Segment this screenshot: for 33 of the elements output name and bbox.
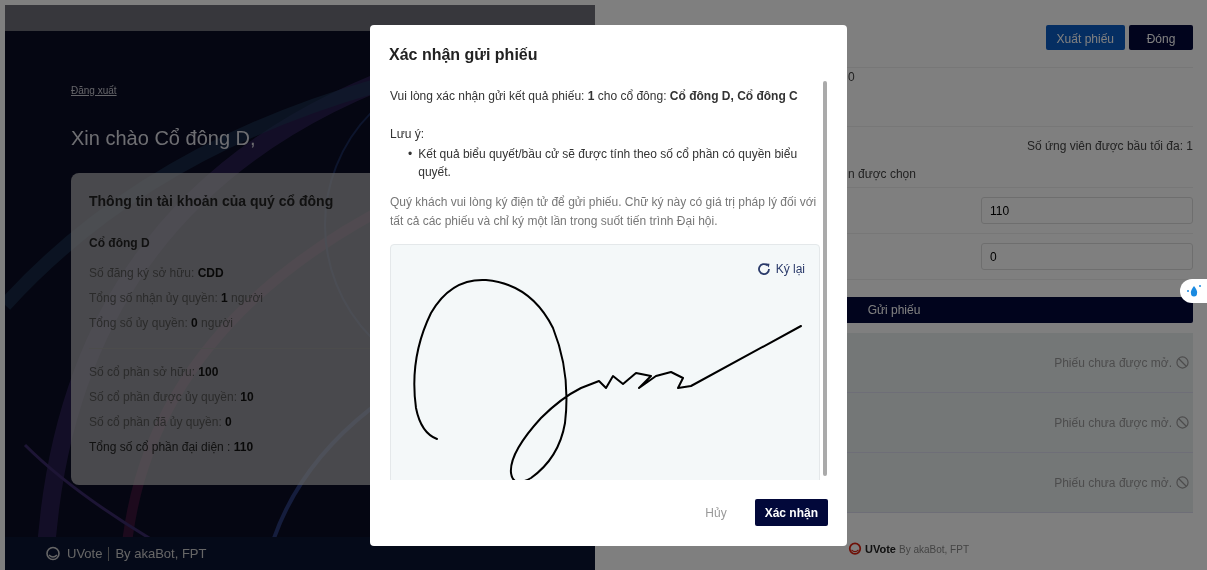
note-label: Lưu ý:: [390, 126, 426, 144]
selection-label: n được chọn: [848, 166, 916, 183]
redo-icon: [755, 260, 772, 277]
close-button[interactable]: Đóng: [1129, 25, 1193, 50]
blocked-icon: [1176, 476, 1189, 489]
number-input[interactable]: 0: [981, 243, 1193, 270]
uvote-logo-icon: [45, 545, 61, 562]
brand-name: UVote: [865, 542, 896, 557]
floating-widget-button[interactable]: [1180, 279, 1207, 303]
blocked-icon: [1176, 416, 1189, 429]
bullet-marker: •: [408, 146, 413, 164]
confirm-message: Vui lòng xác nhận gửi kết quả phiếu: 1 cho cổ đông: Cổ đông D, Cổ đông C: [390, 88, 799, 106]
dialog-title: Xác nhận gửi phiếu: [388, 45, 539, 65]
max-candidates-text: Số ứng viên được bầu tối đa: 1: [1025, 138, 1193, 155]
credit-text: By akaBot, FPT: [898, 542, 969, 557]
value-text: 0: [848, 70, 855, 84]
shareholder-name: Cổ đông D: [89, 234, 151, 252]
brand-name: UVote: [67, 544, 103, 563]
confirm-button[interactable]: Xác nhận: [754, 499, 828, 526]
number-input[interactable]: 110: [981, 197, 1193, 224]
water-drop-icon: [1185, 284, 1202, 298]
uvote-logo-icon: [848, 542, 862, 557]
card-title: Thông tin tài khoản của quý cổ đông: [89, 193, 334, 210]
credit-text: By akaBot, FPT: [115, 544, 207, 563]
note-item: Kết quả biểu quyết/bầu cử sẽ được tính theo số cổ phần có quyền biểu quyết.: [418, 146, 799, 182]
resign-button[interactable]: Ký lại: [755, 259, 805, 278]
blocked-icon: [1176, 356, 1189, 369]
export-button[interactable]: Xuất phiếu: [1045, 25, 1125, 50]
greeting-heading: Xin chào Cổ đông D,: [71, 126, 256, 151]
logout-link[interactable]: Đăng xuất: [71, 85, 117, 96]
signature-pad[interactable]: Ký lại: [390, 243, 820, 480]
cancel-button[interactable]: Hủy: [699, 502, 733, 523]
signature-instruction: Quý khách vui lòng ký điện tử để gửi phiếu. Chữ ký này có giá trị pháp lý đối với tất cả các phiếu và chỉ ký một lần trong suốt tiến trình Đại hội.: [390, 194, 818, 231]
